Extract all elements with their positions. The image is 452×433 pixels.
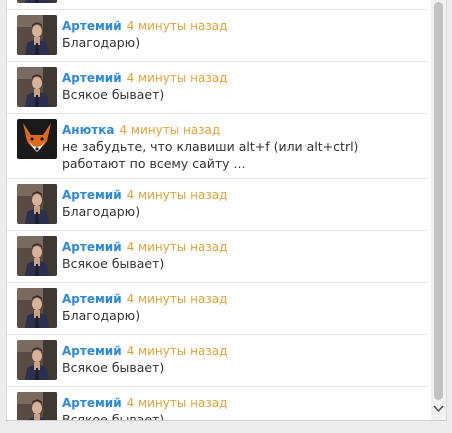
message-time: 4 минуты назад bbox=[126, 292, 228, 306]
message-text: Благодарю) bbox=[62, 204, 141, 219]
message-time: 4 минуты назад bbox=[126, 71, 228, 85]
message-list: Артемий 4 минуты назад Всякое бывает) Артем… bbox=[7, 0, 427, 421]
message-item: Артемий 4 минуты назад Благодарю) bbox=[7, 179, 427, 231]
message-item: Артемий 4 минуты назад Благодарю) bbox=[7, 283, 427, 335]
message-text: Всякое бывает) bbox=[62, 87, 165, 102]
chat-panel: Артемий 4 минуты назад Всякое бывает) Артем… bbox=[6, 0, 447, 421]
scrollbar[interactable] bbox=[431, 0, 446, 420]
message-time: 4 минуты назад bbox=[126, 19, 228, 33]
message-author[interactable]: Артемий bbox=[62, 396, 122, 410]
message-author[interactable]: Артемий bbox=[62, 19, 122, 33]
chevron-down-icon[interactable] bbox=[433, 403, 444, 417]
message-item: Анютка 4 минуты назад не забудьте, что кла… bbox=[7, 114, 427, 179]
message-text: Благодарю) bbox=[62, 308, 141, 323]
message-author[interactable]: Артемий bbox=[62, 240, 122, 254]
message-text: Благодарю) bbox=[62, 35, 141, 50]
message-text: не забудьте, что клавиши alt+f (или alt+… bbox=[62, 139, 359, 171]
message-time: 4 минуты назад bbox=[126, 396, 228, 410]
avatar[interactable] bbox=[17, 67, 57, 107]
avatar[interactable] bbox=[17, 15, 57, 55]
avatar[interactable] bbox=[17, 288, 57, 328]
scrollbar-thumb[interactable] bbox=[434, 2, 443, 400]
message-time: 4 минуты назад bbox=[126, 188, 228, 202]
message-item: Артемий4 минуты назадВсякое бывает) bbox=[7, 0, 427, 10]
message-time: 4 минуты назад bbox=[126, 344, 228, 358]
avatar[interactable] bbox=[17, 340, 57, 380]
message-time: 4 минуты назад bbox=[126, 240, 228, 254]
message-author[interactable]: Артемий bbox=[62, 188, 122, 202]
message-item: Артемий 4 минуты назад Всякое бывает) bbox=[7, 62, 427, 114]
message-author[interactable]: Артемий bbox=[62, 292, 122, 306]
message-item: Артемий 4 минуты назад Благодарю) bbox=[7, 10, 427, 62]
message-item: Артемий 4 минуты назад Всякое бывает) bbox=[7, 231, 427, 283]
message-item: Артемий 4 минуты назад Всякое бывает) bbox=[7, 387, 427, 421]
avatar[interactable] bbox=[17, 236, 57, 276]
avatar[interactable] bbox=[17, 0, 57, 3]
message-author[interactable]: Артемий bbox=[62, 344, 122, 358]
message-item: Артемий 4 минуты назад Всякое бывает) bbox=[7, 335, 427, 387]
avatar[interactable] bbox=[17, 184, 57, 224]
message-time: 4 минуты назад bbox=[119, 123, 221, 137]
avatar-fox[interactable] bbox=[17, 119, 57, 159]
message-text: Всякое бывает) bbox=[62, 412, 165, 421]
message-text: Всякое бывает) bbox=[62, 360, 165, 375]
message-author[interactable]: Артемий bbox=[62, 71, 122, 85]
message-author[interactable]: Анютка bbox=[62, 123, 114, 137]
message-text: Всякое бывает) bbox=[62, 256, 165, 271]
avatar[interactable] bbox=[17, 392, 57, 421]
